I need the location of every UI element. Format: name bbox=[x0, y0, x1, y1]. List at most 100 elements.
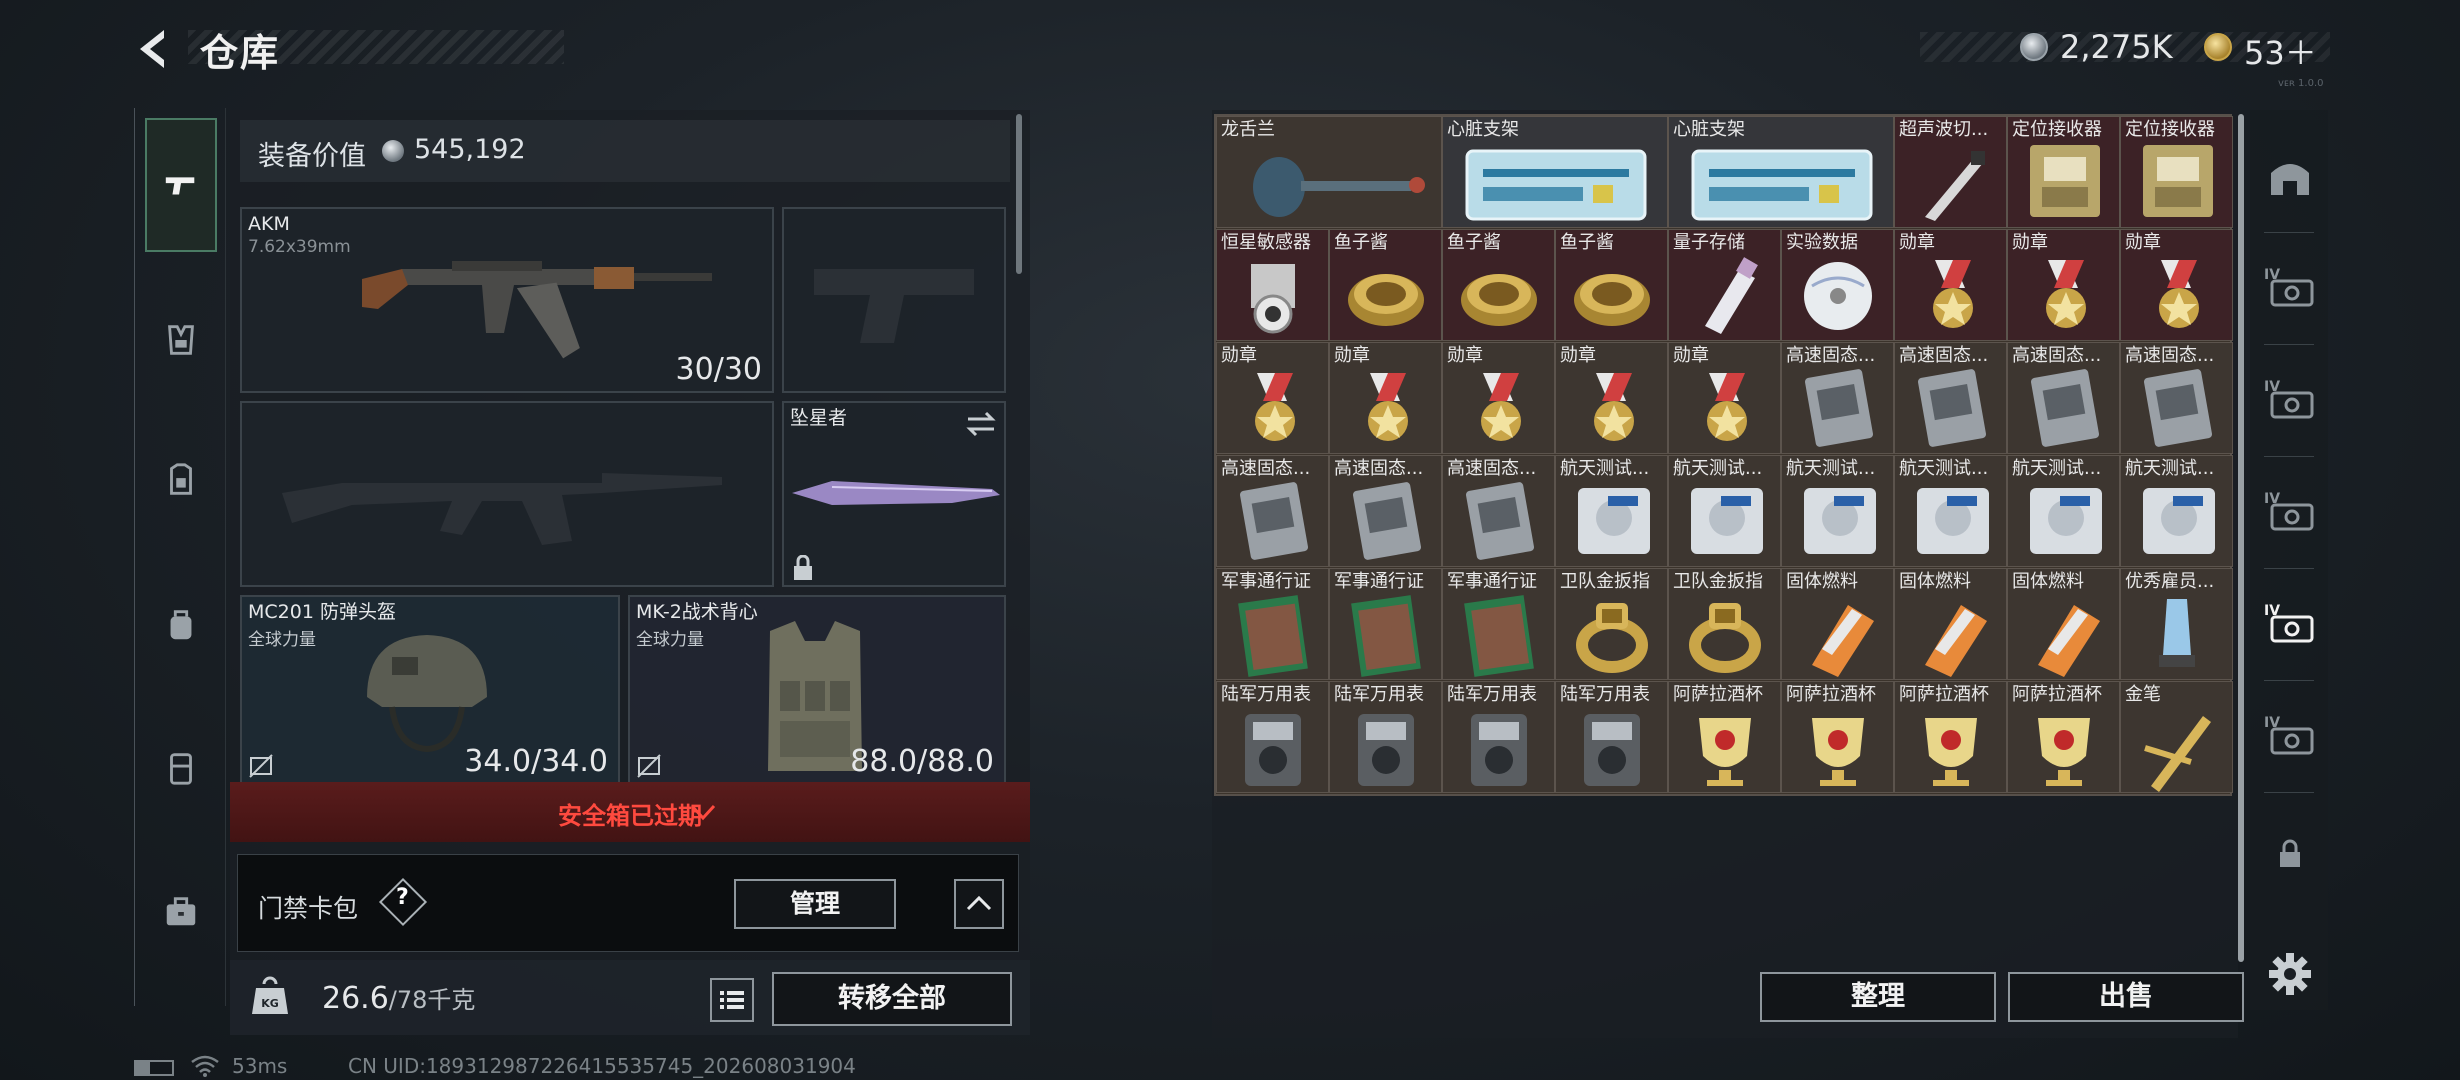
loadout-scrollbar[interactable] bbox=[1016, 114, 1022, 274]
stash-item[interactable]: 心脏支架 bbox=[1442, 116, 1668, 228]
stash-item[interactable]: 航天测试... bbox=[1555, 455, 1668, 567]
stash-item[interactable]: 高速固态... bbox=[1216, 455, 1329, 567]
pistol-icon bbox=[165, 177, 195, 195]
stash-item[interactable]: 鱼子酱 bbox=[1555, 229, 1668, 341]
gold-currency-value[interactable]: 53＋ bbox=[2244, 28, 2317, 74]
rail-tab-armor[interactable] bbox=[145, 444, 217, 516]
stash-item[interactable]: 勋章 bbox=[1216, 342, 1329, 454]
stash-item[interactable]: 陆军万用表 bbox=[1555, 681, 1668, 793]
stash-item[interactable]: 高速固态... bbox=[2120, 342, 2233, 454]
stash-item[interactable]: 航天测试... bbox=[1781, 455, 1894, 567]
back-button[interactable] bbox=[130, 24, 180, 74]
stash-item[interactable]: 高速固态... bbox=[1781, 342, 1894, 454]
stash-item[interactable]: 鱼子酱 bbox=[1329, 229, 1442, 341]
stash-item[interactable]: 勋章 bbox=[1329, 342, 1442, 454]
backpack-icon bbox=[170, 610, 192, 640]
stash-item[interactable]: 军事通行证 bbox=[1216, 568, 1329, 680]
stash-scrollbar[interactable] bbox=[2238, 114, 2244, 962]
stash-item[interactable]: 航天测试... bbox=[2007, 455, 2120, 567]
sell-button[interactable]: 出售 bbox=[2008, 972, 2244, 1022]
stash-item[interactable]: 阿萨拉酒杯 bbox=[1668, 681, 1781, 793]
stash-item[interactable]: 金笔 bbox=[2120, 681, 2233, 793]
stash-item[interactable]: 勋章 bbox=[1668, 342, 1781, 454]
primary-weapon-slot[interactable]: AKM 7.62x39mm 30/30 bbox=[240, 207, 774, 393]
rail-divider bbox=[2264, 792, 2314, 793]
stash-item[interactable]: 高速固态... bbox=[1442, 455, 1555, 567]
transfer-all-button[interactable]: 转移全部 bbox=[772, 972, 1012, 1026]
blade-image bbox=[792, 481, 1000, 505]
stash-item[interactable]: 定位接收器 bbox=[2007, 116, 2120, 228]
stash-item[interactable]: 量子存储 bbox=[1668, 229, 1781, 341]
stash-item-name: 金笔 bbox=[2125, 684, 2161, 705]
stash-item-name: 鱼子酱 bbox=[1334, 232, 1388, 253]
primary-weapon-name: AKM bbox=[248, 213, 290, 235]
stash-item[interactable]: 卫队金扳指 bbox=[1555, 568, 1668, 680]
stash-item[interactable]: 航天测试... bbox=[2120, 455, 2233, 567]
stash-item[interactable]: 固体燃料 bbox=[1781, 568, 1894, 680]
container-tab[interactable]: IV bbox=[2260, 258, 2320, 318]
stash-item[interactable]: 龙舌兰 bbox=[1216, 116, 1442, 228]
stash-item-name: 军事通行证 bbox=[1221, 571, 1311, 592]
sort-button[interactable]: 整理 bbox=[1760, 972, 1996, 1022]
swap-icon[interactable] bbox=[964, 411, 998, 437]
stash-item[interactable]: 固体燃料 bbox=[1894, 568, 2007, 680]
container-tab[interactable]: IV bbox=[2260, 706, 2320, 766]
stash-item[interactable]: 勋章 bbox=[1555, 342, 1668, 454]
stash-item-name: 航天测试... bbox=[1673, 458, 1763, 479]
stash-item[interactable]: 航天测试... bbox=[1668, 455, 1781, 567]
stash-item[interactable]: 军事通行证 bbox=[1442, 568, 1555, 680]
stash-item[interactable]: 卫队金扳指 bbox=[1668, 568, 1781, 680]
container-tab[interactable]: IV bbox=[2260, 594, 2320, 654]
vest-rig-icon bbox=[168, 325, 194, 355]
stash-item[interactable]: 高速固态... bbox=[2007, 342, 2120, 454]
melee-slot[interactable]: 坠星者 bbox=[782, 401, 1006, 587]
stash-item[interactable]: 实验数据 bbox=[1781, 229, 1894, 341]
armor-name: MK-2战术背心 bbox=[636, 601, 758, 623]
stash-item[interactable]: 勋章 bbox=[2007, 229, 2120, 341]
secondary-weapon-slot[interactable] bbox=[240, 401, 774, 587]
stash-item[interactable]: 勋章 bbox=[1442, 342, 1555, 454]
stash-item[interactable]: 固体燃料 bbox=[2007, 568, 2120, 680]
sidearm-slot[interactable] bbox=[782, 207, 1006, 393]
safebox-expired-bar[interactable]: 安全箱已过期 bbox=[230, 782, 1030, 842]
stash-home-tab[interactable] bbox=[2260, 146, 2320, 206]
rail-tab-backpack[interactable] bbox=[145, 588, 217, 660]
stash-item[interactable]: 超声波切... bbox=[1894, 116, 2007, 228]
locked-container-tab[interactable] bbox=[2260, 824, 2320, 884]
stash-item[interactable]: 勋章 bbox=[1894, 229, 2007, 341]
container-tab[interactable]: IV bbox=[2260, 370, 2320, 430]
stash-item[interactable]: 心脏支架 bbox=[1668, 116, 1894, 228]
stash-item-name: 阿萨拉酒杯 bbox=[1786, 684, 1876, 705]
stash-item[interactable]: 高速固态... bbox=[1894, 342, 2007, 454]
stash-item[interactable]: 鱼子酱 bbox=[1442, 229, 1555, 341]
rail-tab-case[interactable] bbox=[145, 876, 217, 948]
stash-item[interactable]: 恒星敏感器 bbox=[1216, 229, 1329, 341]
settings-button[interactable] bbox=[2260, 944, 2320, 1004]
helmet-slot[interactable]: MC201 防弹头盔 全球力量 34.0/34.0 bbox=[240, 595, 620, 785]
stash-item[interactable]: 优秀雇员... bbox=[2120, 568, 2233, 680]
stash-item-name: 航天测试... bbox=[2125, 458, 2215, 479]
rail-tab-chest-rig[interactable] bbox=[145, 732, 217, 804]
stash-item[interactable]: 陆军万用表 bbox=[1442, 681, 1555, 793]
stash-item[interactable]: 陆军万用表 bbox=[1216, 681, 1329, 793]
lock-icon bbox=[2280, 839, 2300, 867]
stash-item[interactable]: 军事通行证 bbox=[1329, 568, 1442, 680]
settings-gear-icon bbox=[2269, 953, 2311, 995]
stash-item[interactable]: 高速固态... bbox=[1329, 455, 1442, 567]
armor-slot[interactable]: MK-2战术背心 全球力量 88.0/88.0 bbox=[628, 595, 1006, 785]
stash-item-name: 陆军万用表 bbox=[1221, 684, 1311, 705]
list-view-button[interactable] bbox=[710, 978, 754, 1022]
stash-item[interactable]: 航天测试... bbox=[1894, 455, 2007, 567]
stash-item[interactable]: 阿萨拉酒杯 bbox=[1781, 681, 1894, 793]
stash-item[interactable]: 陆军万用表 bbox=[1329, 681, 1442, 793]
rail-tab-rig[interactable] bbox=[145, 304, 217, 376]
stash-item[interactable]: 阿萨拉酒杯 bbox=[1894, 681, 2007, 793]
stash-item[interactable]: 定位接收器 bbox=[2120, 116, 2233, 228]
stash-item[interactable]: 勋章 bbox=[2120, 229, 2233, 341]
expand-button[interactable] bbox=[954, 879, 1004, 929]
container-tab[interactable]: IV bbox=[2260, 482, 2320, 542]
rail-tab-weapon[interactable] bbox=[145, 118, 217, 252]
manage-button[interactable]: 管理 bbox=[734, 879, 896, 929]
stash-item-name: 高速固态... bbox=[1899, 345, 1989, 366]
stash-item[interactable]: 阿萨拉酒杯 bbox=[2007, 681, 2120, 793]
